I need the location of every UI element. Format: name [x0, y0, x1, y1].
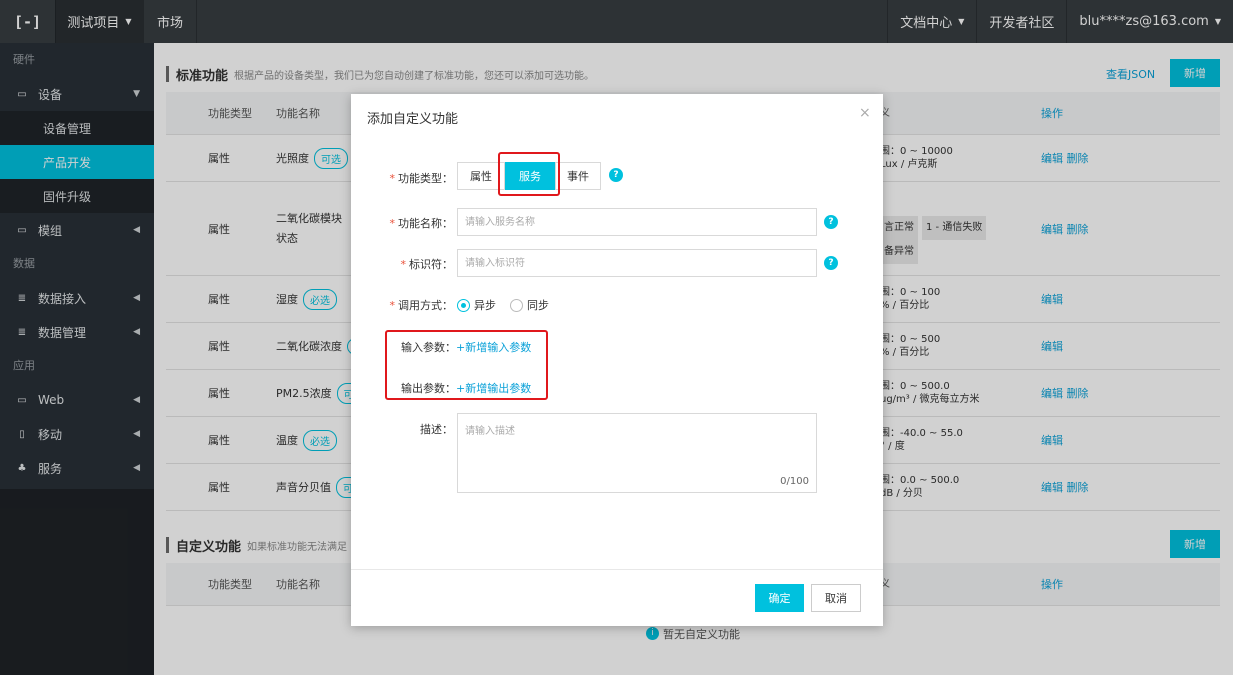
add-custom-function-dialog: 添加自定义功能 × *功能类型： 属性 服务 事件 ? *功能名称： ? *标识… — [351, 94, 883, 626]
cancel-button[interactable]: 取消 — [811, 584, 861, 612]
label-text: 功能类型： — [398, 172, 453, 185]
char-counter: 0/100 — [780, 476, 809, 487]
radio-unchecked-icon — [510, 298, 523, 312]
help-icon[interactable]: ? — [609, 168, 623, 182]
label-text: 功能名称： — [398, 217, 453, 230]
radio-async[interactable]: 异步 — [457, 297, 496, 313]
description-label: 描述： — [420, 423, 453, 436]
type-label: * 功能类型： — [371, 170, 454, 186]
required-asterisk: * — [389, 217, 396, 230]
type-option-event[interactable]: 事件 — [555, 162, 601, 190]
identifier-label: * 标识符： — [371, 256, 454, 272]
call-mode-label: * 调用方式： — [371, 297, 454, 313]
close-icon[interactable]: × — [859, 105, 871, 121]
required-asterisk: * — [389, 299, 396, 312]
label-text: 调用方式： — [398, 299, 453, 312]
textarea-placeholder: 请输入描述 — [465, 426, 515, 437]
help-icon[interactable]: ? — [824, 256, 838, 270]
required-asterisk: * — [389, 172, 396, 185]
identifier-input[interactable] — [457, 249, 817, 277]
required-asterisk: * — [400, 258, 407, 271]
highlight-box-service — [498, 152, 560, 196]
confirm-button[interactable]: 确定 — [755, 584, 804, 612]
name-label: * 功能名称： — [371, 215, 454, 231]
highlight-box-params — [385, 330, 548, 400]
dialog-title: 添加自定义功能 — [367, 112, 459, 127]
function-name-input[interactable] — [457, 208, 817, 236]
footer-divider — [351, 569, 883, 570]
radio-checked-icon — [457, 298, 470, 312]
radio-sync[interactable]: 同步 — [510, 297, 549, 313]
radio-label: 异步 — [474, 299, 496, 312]
radio-label: 同步 — [527, 299, 549, 312]
description-textarea[interactable]: 请输入描述 0/100 — [457, 413, 817, 493]
label-text: 标识符： — [409, 258, 453, 271]
help-icon[interactable]: ? — [824, 215, 838, 229]
